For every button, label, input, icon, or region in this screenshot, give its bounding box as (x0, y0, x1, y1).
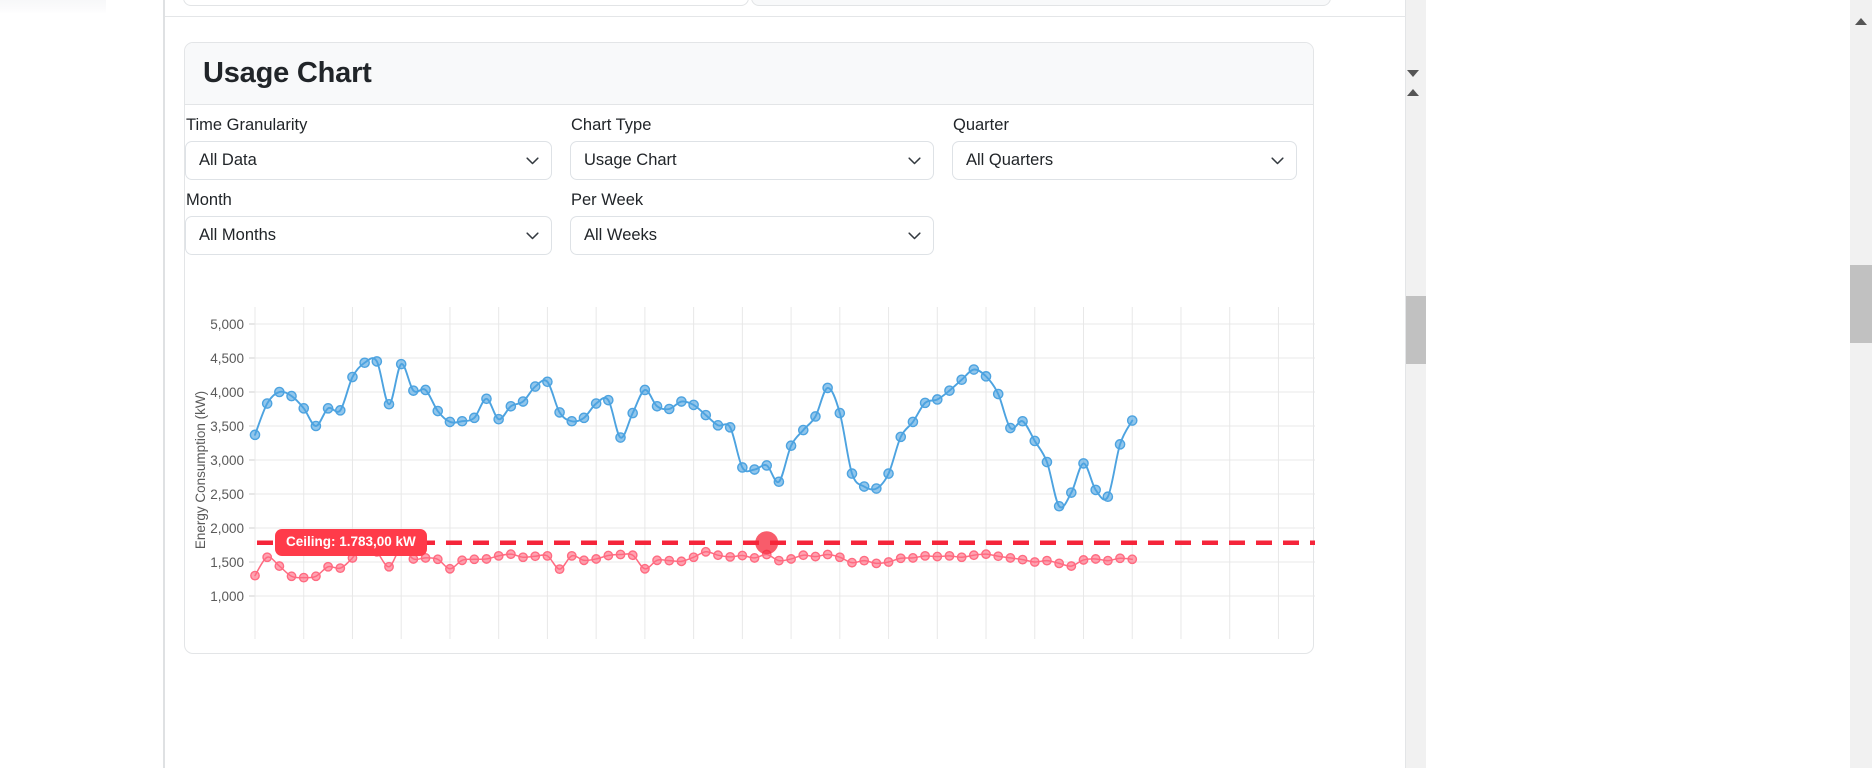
chevron-down-icon (1271, 156, 1284, 165)
chevron-down-icon (908, 156, 921, 165)
select-per-week[interactable]: All Weeks (570, 216, 934, 255)
field-month: Month All Months (185, 190, 570, 265)
field-per-week: Per Week All Weeks (570, 190, 952, 265)
partial-card-above-left (183, 0, 749, 6)
filters-grid: Time Granularity All Data Chart Type Usa… (185, 115, 1313, 265)
label-per-week: Per Week (571, 191, 644, 209)
label-time-granularity: Time Granularity (186, 116, 308, 134)
y-axis-tick-label: 1,000 (210, 589, 244, 604)
page-title: Usage Chart (203, 57, 372, 89)
chart-canvas[interactable]: 1,000 1,500 2,000 2,500 3,000 3,500 4,000 4,500… (185, 301, 1315, 653)
right-blank-area (1406, 0, 1851, 768)
y-axis-tick-label: 3,000 (210, 453, 244, 468)
y-axis-tick-label: 4,000 (210, 385, 244, 400)
inner-scroll-down-arrow-icon[interactable] (1407, 70, 1419, 77)
outer-scrollbar-thumb[interactable] (1850, 265, 1872, 343)
inner-vertical-scrollbar[interactable] (1406, 0, 1426, 768)
left-panel-edge (0, 0, 106, 14)
card-header: Usage Chart (185, 43, 1313, 105)
field-time-granularity: Time Granularity All Data (185, 115, 570, 190)
field-chart-type: Chart Type Usage Chart (570, 115, 952, 190)
select-month-value: All Months (199, 226, 277, 244)
inner-scroll-up-arrow-icon[interactable] (1407, 89, 1419, 96)
y-axis-title: Energy Consumption (kW) (193, 391, 208, 549)
card-body: Time Granularity All Data Chart Type Usa… (185, 105, 1315, 653)
select-quarter-value: All Quarters (966, 151, 1054, 169)
top-divider (165, 16, 1408, 17)
inner-scrollbar-thumb[interactable] (1406, 296, 1426, 364)
app-root: Usage Chart Time Granularity All Data Ch… (0, 0, 1872, 768)
chevron-down-icon (526, 156, 539, 165)
select-chart-type[interactable]: Usage Chart (570, 141, 934, 180)
y-axis-tick-label: 2,000 (210, 521, 244, 536)
field-spacer (952, 190, 1315, 265)
label-chart-type: Chart Type (571, 116, 652, 134)
partial-card-above-right (751, 0, 1331, 6)
outer-vertical-scrollbar[interactable] (1850, 0, 1872, 768)
label-month: Month (186, 191, 232, 209)
usage-chart-card: Usage Chart Time Granularity All Data Ch… (184, 42, 1315, 654)
field-quarter: Quarter All Quarters (952, 115, 1315, 190)
select-time-granularity-value: All Data (199, 151, 257, 169)
ceiling-annotation-badge[interactable]: Ceiling: 1.783,00 kW (275, 528, 427, 556)
page-content-column: Usage Chart Time Granularity All Data Ch… (163, 0, 1408, 768)
y-axis-tick-label: 3,500 (210, 419, 244, 434)
select-per-week-value: All Weeks (584, 226, 658, 244)
y-axis-tick-label: 2,500 (210, 487, 244, 502)
usage-chart-plot[interactable]: 1,000 1,500 2,000 2,500 3,000 3,500 4,000 4,500… (185, 301, 1315, 653)
select-chart-type-value: Usage Chart (584, 151, 677, 169)
select-time-granularity[interactable]: All Data (185, 141, 552, 180)
label-quarter: Quarter (953, 116, 1009, 134)
chevron-down-icon (908, 231, 921, 240)
y-axis-tick-label: 4,500 (210, 351, 244, 366)
ceiling-drag-handle[interactable] (755, 531, 779, 555)
chevron-down-icon (526, 231, 539, 240)
select-month[interactable]: All Months (185, 216, 552, 255)
select-quarter[interactable]: All Quarters (952, 141, 1297, 180)
outer-scroll-up-arrow-icon[interactable] (1855, 18, 1867, 25)
y-axis-tick-label: 5,000 (210, 317, 244, 332)
y-axis-tick-label: 1,500 (210, 555, 244, 570)
